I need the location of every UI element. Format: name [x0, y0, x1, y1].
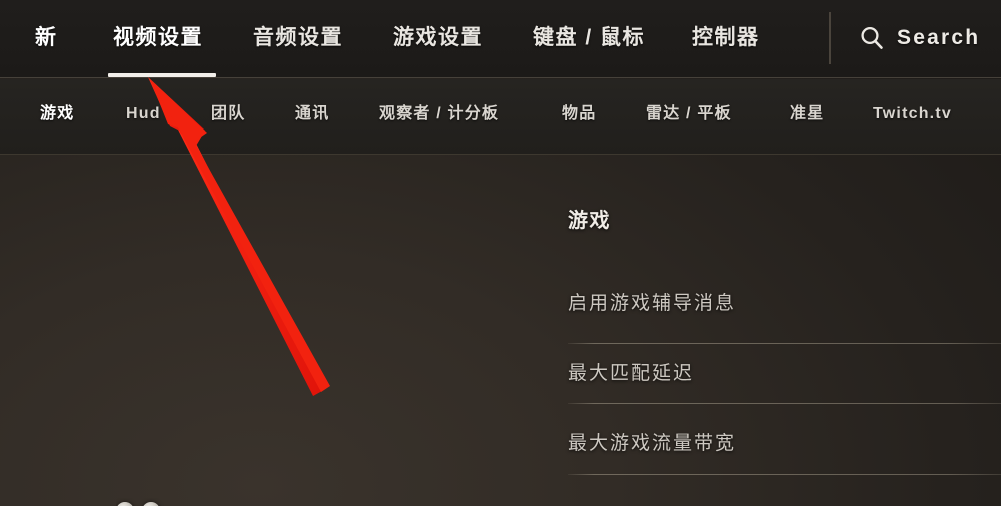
subtab-hud[interactable]: Hud	[126, 97, 161, 131]
setting-label: 最大游戏流量带宽	[568, 433, 737, 454]
search-icon	[861, 26, 883, 49]
row-divider	[568, 403, 1001, 404]
stepper-dot-right	[142, 502, 160, 506]
subtab-radar-tablet[interactable]: 雷达 / 平板	[646, 97, 732, 131]
setting-row-max-game-traffic-bandwidth[interactable]: 最大游戏流量带宽	[568, 428, 1001, 486]
tab-audio-settings[interactable]: 音频设置	[253, 18, 343, 58]
tab-video-settings[interactable]: 视频设置	[113, 18, 203, 58]
setting-label: 启用游戏辅导消息	[568, 293, 737, 314]
subtab-crosshair[interactable]: 准星	[790, 97, 824, 131]
settings-screen: 新 视频设置 音频设置 游戏设置 键盘 / 鼠标 控制器 Search 游戏 H…	[0, 0, 1001, 506]
top-navigation-bar: 新 视频设置 音频设置 游戏设置 键盘 / 鼠标 控制器 Search	[0, 0, 1001, 78]
subtab-items[interactable]: 物品	[562, 97, 596, 131]
setting-label: 最大匹配延迟	[568, 363, 695, 384]
sub-navigation-bar: 游戏 Hud 团队 通讯 观察者 / 计分板 物品 雷达 / 平板 准星 Twi…	[0, 79, 1001, 155]
stepper-dot-left	[116, 502, 134, 506]
panel-heading: 游戏	[568, 210, 611, 232]
setting-row-max-acceptable-matchmaking-ping[interactable]: 最大匹配延迟	[568, 358, 1001, 416]
subtab-game[interactable]: 游戏	[40, 97, 74, 131]
active-tab-underline	[108, 73, 216, 77]
search-label: Search	[897, 26, 981, 49]
tab-new[interactable]: 新	[35, 18, 58, 58]
tab-game-settings[interactable]: 游戏设置	[393, 18, 483, 58]
nav-divider	[829, 12, 831, 64]
top-navigation-inner: 新 视频设置 音频设置 游戏设置 键盘 / 鼠标 控制器 Search	[0, 0, 1001, 77]
row-divider	[568, 474, 1001, 475]
tab-controller[interactable]: 控制器	[692, 18, 760, 58]
setting-control-partial[interactable]	[116, 498, 188, 506]
row-divider	[568, 343, 1001, 344]
subtab-team[interactable]: 团队	[211, 97, 245, 131]
subtab-spectator-scoreboard[interactable]: 观察者 / 计分板	[379, 97, 499, 131]
search-button[interactable]: Search	[858, 19, 980, 57]
setting-row-enable-game-instructor-messages[interactable]: 启用游戏辅导消息	[568, 288, 1001, 346]
tab-keyboard-mouse[interactable]: 键盘 / 鼠标	[533, 18, 645, 58]
settings-panel: 游戏 启用游戏辅导消息 最大匹配延迟 最大游戏流量带宽	[568, 156, 1001, 506]
subtab-communication[interactable]: 通讯	[295, 97, 329, 131]
subtab-twitch[interactable]: Twitch.tv	[873, 97, 952, 131]
